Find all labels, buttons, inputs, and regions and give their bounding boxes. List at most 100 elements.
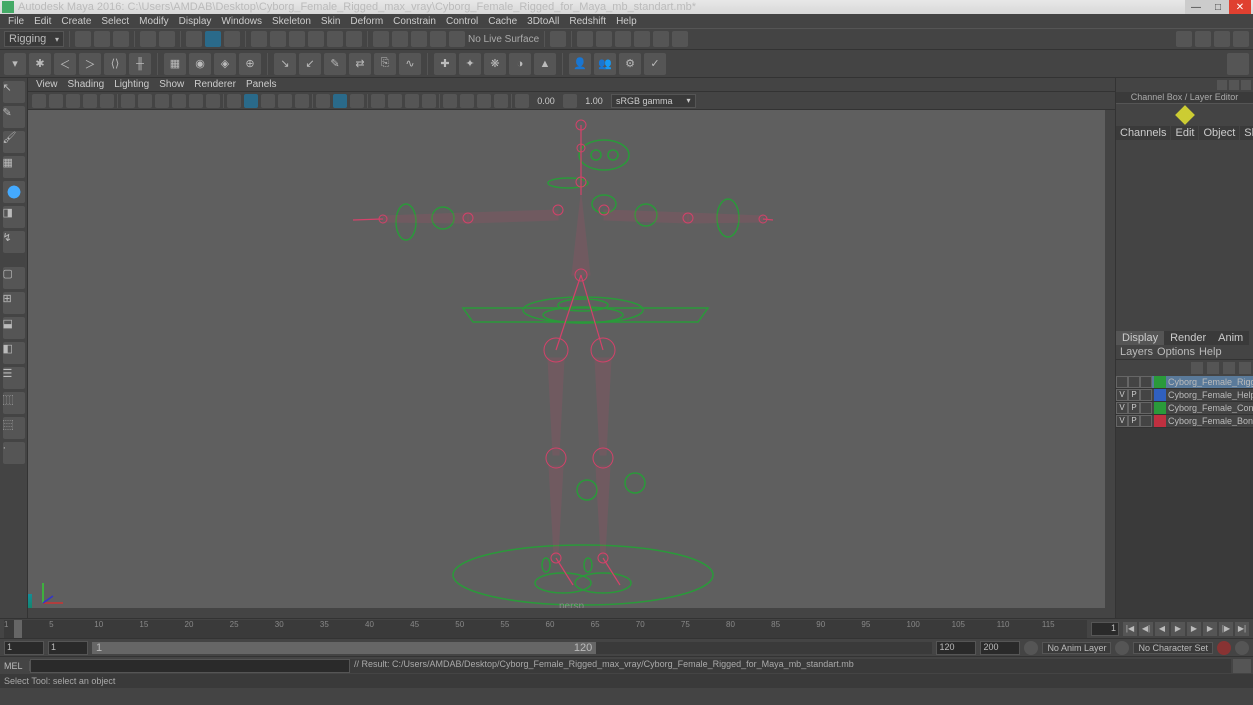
image-plane-icon[interactable] bbox=[83, 94, 97, 108]
undo-icon[interactable] bbox=[140, 31, 156, 47]
constraint-aim-icon[interactable]: ◑ bbox=[509, 53, 531, 75]
layer-tab-anim[interactable]: Anim bbox=[1212, 331, 1249, 345]
dof-icon[interactable] bbox=[494, 94, 508, 108]
layer-extra-toggle[interactable] bbox=[1140, 402, 1152, 414]
step-back-button[interactable]: ◀ bbox=[1155, 622, 1169, 636]
save-scene-icon[interactable] bbox=[113, 31, 129, 47]
close-panel-icon[interactable] bbox=[1241, 80, 1251, 90]
open-scene-icon[interactable] bbox=[94, 31, 110, 47]
panel-menu-renderer[interactable]: Renderer bbox=[190, 79, 240, 90]
sel-mask-5-icon[interactable] bbox=[327, 31, 343, 47]
layer-menu-options[interactable]: Options bbox=[1157, 346, 1195, 358]
gamma-icon[interactable] bbox=[563, 94, 577, 108]
layer-color-swatch[interactable] bbox=[1154, 402, 1166, 414]
constraint-point-icon[interactable]: ✚ bbox=[434, 53, 456, 75]
select-hierarchy-icon[interactable] bbox=[186, 31, 202, 47]
shadows-icon[interactable] bbox=[295, 94, 309, 108]
constraint-orient-icon[interactable]: ✦ bbox=[459, 53, 481, 75]
light-editor-icon[interactable] bbox=[672, 31, 688, 47]
menu-3dtoall[interactable]: 3DtoAll bbox=[523, 16, 563, 27]
prefs-button[interactable] bbox=[1235, 641, 1249, 655]
panel-menu-panels[interactable]: Panels bbox=[242, 79, 281, 90]
step-forward-button[interactable]: ▶ bbox=[1203, 622, 1217, 636]
xray-joints-icon[interactable] bbox=[350, 94, 364, 108]
lasso-tool-icon[interactable]: ✎ bbox=[3, 106, 25, 128]
module-dropdown[interactable]: Rigging▾ bbox=[4, 31, 64, 47]
range-start-outer-input[interactable]: 1 bbox=[4, 641, 44, 655]
joint-tool-icon[interactable]: ✱ bbox=[29, 53, 51, 75]
mirror-joint-icon[interactable]: ＞ bbox=[79, 53, 101, 75]
panel-menu-view[interactable]: View bbox=[32, 79, 62, 90]
range-slider[interactable]: 1 1 1 120 120 200 No Anim Layer No Chara… bbox=[0, 638, 1253, 656]
two-pane-vert-icon[interactable]: ◧ bbox=[3, 342, 25, 364]
constraint-pole-icon[interactable]: ▲ bbox=[534, 53, 556, 75]
go-to-end-button[interactable]: ▶| bbox=[1235, 622, 1249, 636]
layer-type-toggle[interactable]: P bbox=[1128, 415, 1140, 427]
panel-menu-shading[interactable]: Shading bbox=[64, 79, 109, 90]
layer-row[interactable]: VPCyborg_Female_Bones bbox=[1116, 415, 1253, 428]
channel-tab-channels[interactable]: Channels bbox=[1116, 126, 1170, 140]
panel-menu-lighting[interactable]: Lighting bbox=[110, 79, 153, 90]
step-forward-key-button[interactable]: |▶ bbox=[1219, 622, 1233, 636]
msaa-icon[interactable] bbox=[477, 94, 491, 108]
play-forward-button[interactable]: ▶ bbox=[1187, 622, 1201, 636]
layer-vis-toggle[interactable] bbox=[1116, 376, 1128, 388]
channel-tab-show[interactable]: Show bbox=[1240, 126, 1253, 140]
film-gate-icon[interactable] bbox=[138, 94, 152, 108]
range-end-outer-input[interactable]: 200 bbox=[980, 641, 1020, 655]
mirror-weights-icon[interactable]: ⇄ bbox=[349, 53, 371, 75]
script-editor-button[interactable] bbox=[1233, 659, 1251, 673]
use-lights-icon[interactable] bbox=[278, 94, 292, 108]
two-pane-horiz-icon[interactable]: ⬓ bbox=[3, 317, 25, 339]
layout-1-icon[interactable] bbox=[1176, 31, 1192, 47]
layer-row[interactable]: Cyborg_Female_Rigge bbox=[1116, 376, 1253, 389]
ik-handle-icon[interactable]: ╫ bbox=[129, 53, 151, 75]
minimize-panel-icon[interactable] bbox=[1217, 80, 1227, 90]
layer-menu-layers[interactable]: Layers bbox=[1120, 346, 1153, 358]
anim-layer-icon[interactable] bbox=[1024, 641, 1038, 655]
wireframe-icon[interactable] bbox=[227, 94, 241, 108]
detach-skin-icon[interactable]: ↙ bbox=[299, 53, 321, 75]
custom-layout-icon[interactable]: · bbox=[3, 442, 25, 464]
layout-3-icon[interactable] bbox=[1214, 31, 1230, 47]
menu-control[interactable]: Control bbox=[442, 16, 482, 27]
ssao-icon[interactable] bbox=[443, 94, 457, 108]
channel-tab-object[interactable]: Object bbox=[1199, 126, 1239, 140]
hypershade-icon[interactable] bbox=[634, 31, 650, 47]
safe-action-icon[interactable] bbox=[206, 94, 220, 108]
construction-history-icon[interactable] bbox=[550, 31, 566, 47]
layout-4-icon[interactable] bbox=[1233, 31, 1249, 47]
layer-menu-help[interactable]: Help bbox=[1199, 346, 1222, 358]
field-chart-icon[interactable] bbox=[189, 94, 203, 108]
layer-vis-toggle[interactable]: V bbox=[1116, 389, 1128, 401]
exposure-icon[interactable] bbox=[515, 94, 529, 108]
motion-blur-icon[interactable] bbox=[460, 94, 474, 108]
menu-redshift[interactable]: Redshift bbox=[565, 16, 610, 27]
hypershade-layout-icon[interactable]: ⿳ bbox=[3, 417, 25, 439]
layer-vis-toggle[interactable]: V bbox=[1116, 415, 1128, 427]
quick-rig-icon[interactable]: ⚙ bbox=[619, 53, 641, 75]
menu-edit[interactable]: Edit bbox=[30, 16, 55, 27]
control-rig-icon[interactable]: ✓ bbox=[644, 53, 666, 75]
textured-icon[interactable] bbox=[261, 94, 275, 108]
layer-extra-toggle[interactable] bbox=[1140, 376, 1152, 388]
all-lights-icon[interactable] bbox=[388, 94, 402, 108]
viewport[interactable]: persp bbox=[28, 110, 1115, 618]
snap-grid-icon[interactable] bbox=[373, 31, 389, 47]
render-settings-icon[interactable] bbox=[615, 31, 631, 47]
hik-create-icon[interactable]: 👥 bbox=[594, 53, 616, 75]
anim-layer-dropdown[interactable]: No Anim Layer bbox=[1042, 642, 1111, 654]
lattice-icon[interactable]: ▦ bbox=[164, 53, 186, 75]
layer-vis-toggle[interactable]: V bbox=[1116, 402, 1128, 414]
character-set-dropdown[interactable]: No Character Set bbox=[1133, 642, 1213, 654]
layer-row[interactable]: VPCyborg_Female_Helpe bbox=[1116, 389, 1253, 402]
channel-tab-edit[interactable]: Edit bbox=[1171, 126, 1198, 140]
scale-tool-icon[interactable]: ◨ bbox=[3, 206, 25, 228]
layer-color-swatch[interactable] bbox=[1154, 376, 1166, 388]
menu-select[interactable]: Select bbox=[97, 16, 133, 27]
snap-viewplane-icon[interactable] bbox=[430, 31, 446, 47]
sel-mask-3-icon[interactable] bbox=[289, 31, 305, 47]
menu-modify[interactable]: Modify bbox=[135, 16, 172, 27]
select-camera-icon[interactable] bbox=[32, 94, 46, 108]
move-layer-down-icon[interactable] bbox=[1207, 362, 1219, 374]
